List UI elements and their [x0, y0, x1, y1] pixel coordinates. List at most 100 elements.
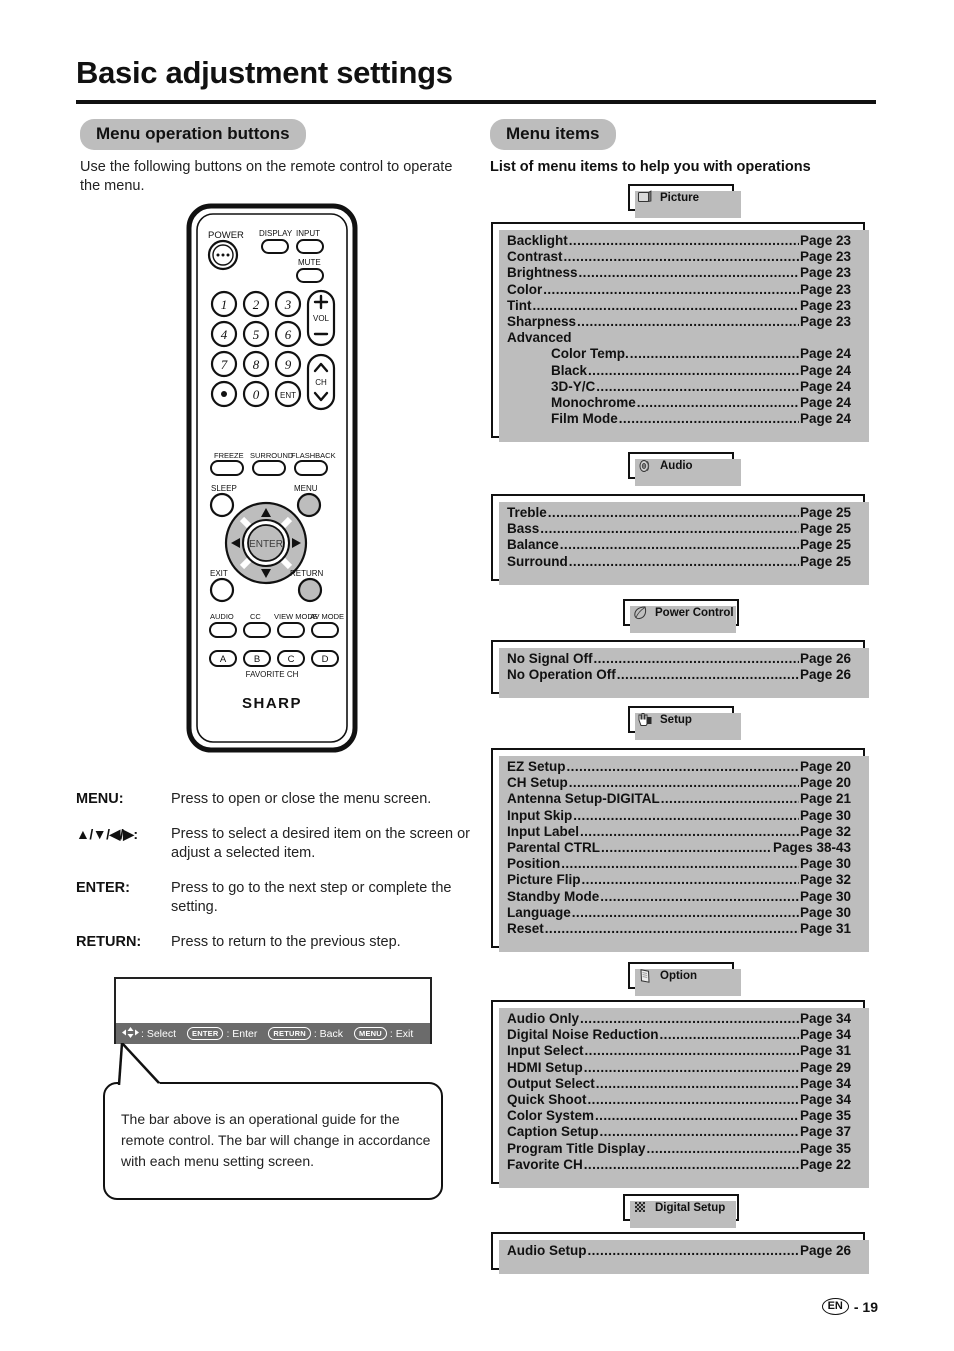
- osd-key-enter: ENTER: [187, 1027, 224, 1040]
- menu-item-page-ref: Page 25: [799, 553, 851, 569]
- callout-text: The bar above is an operational guide fo…: [121, 1111, 431, 1169]
- osd-label-exit: : Exit: [389, 1027, 414, 1040]
- menu-item-row: Sharpness...............................…: [507, 314, 851, 330]
- menu-item-row: Film Mode...............................…: [507, 411, 851, 427]
- menu-item-label: Caption Setup: [507, 1124, 599, 1140]
- osd-segment-select: : Select: [122, 1026, 176, 1041]
- pixel-grid-icon: [632, 1200, 648, 1216]
- speaker-icon: [637, 458, 653, 474]
- menu-item-row: Backlight...............................…: [507, 233, 851, 249]
- menu-item-page-ref: Page 32: [799, 872, 851, 888]
- menu-item-page-ref: Page 23: [799, 297, 851, 313]
- menu-item-label: No Signal Off: [507, 651, 593, 666]
- key-text-return: Press to return to the previous step.: [171, 934, 401, 950]
- menu-item-row: Audio Only..............................…: [507, 1011, 851, 1027]
- menu-item-label: Audio Setup: [507, 1243, 587, 1258]
- menu-item-page-ref: Page 25: [799, 505, 851, 520]
- leader-dots: ........................................…: [593, 651, 799, 666]
- leader-dots: ........................................…: [568, 775, 799, 791]
- svg-text:1: 1: [221, 297, 228, 312]
- menu-item-row: Digital Noise Reduction.................…: [507, 1027, 851, 1043]
- osd-guide-bar: : Select ENTER : Enter RETURN : Back MEN…: [116, 1023, 430, 1044]
- leader-dots: ........................................…: [559, 537, 799, 553]
- remote-control-illustration: POWER DISPLAY INPUT MUTE 1 2 3 4 5 6 7 8 9 0 E…: [186, 203, 358, 753]
- osd-key-return: RETURN: [268, 1027, 311, 1040]
- menu-item-row: No Operation Off........................…: [507, 667, 851, 683]
- menu-item-page-ref: Page 37: [799, 1124, 851, 1140]
- menu-item-label: Language: [507, 904, 571, 920]
- leader-dots: ........................................…: [600, 888, 799, 904]
- svg-text:SURROUND: SURROUND: [250, 451, 294, 460]
- svg-text:SHARP: SHARP: [242, 695, 302, 712]
- leader-dots: ........................................…: [547, 505, 799, 520]
- menu-item-label: Monochrome: [551, 395, 636, 411]
- menu-item-row: Bass....................................…: [507, 521, 851, 537]
- menu-item-label: Reset: [507, 921, 544, 937]
- menu-section-header-setup: Setup: [628, 706, 741, 740]
- menu-section-label: Digital Setup: [655, 1201, 726, 1214]
- leader-dots: ........................................…: [580, 823, 799, 839]
- leader-dots: ........................................…: [581, 872, 799, 888]
- menu-item-label: Parental CTRL: [507, 840, 601, 856]
- key-description-row: ENTER: Press to go to the next step or c…: [76, 879, 476, 917]
- menu-item-page-ref: Page 32: [799, 823, 851, 839]
- document-icon: [637, 968, 653, 984]
- menu-item-page-ref: Page 34: [799, 1075, 851, 1091]
- menu-item-row: Advanced................................…: [507, 330, 851, 346]
- svg-text:FAVORITE CH: FAVORITE CH: [246, 670, 299, 679]
- svg-text:RETURN: RETURN: [290, 569, 324, 578]
- menu-item-row: Tint....................................…: [507, 298, 851, 314]
- key-label-return: RETURN:: [76, 934, 142, 950]
- leader-dots: ........................................…: [646, 1140, 799, 1156]
- svg-text:FREEZE: FREEZE: [214, 451, 244, 460]
- menu-item-label: Picture Flip: [507, 872, 581, 888]
- svg-text:C: C: [288, 654, 295, 665]
- key-label-enter: ENTER:: [76, 880, 130, 896]
- menu-item-label: Black: [551, 362, 588, 378]
- osd-guide-bar-figure: : Select ENTER : Enter RETURN : Back MEN…: [114, 977, 432, 1044]
- svg-text:SLEEP: SLEEP: [211, 484, 237, 493]
- osd-label-enter: : Enter: [226, 1027, 258, 1040]
- menu-item-page-ref: Page 29: [799, 1059, 851, 1075]
- page-number: 19: [862, 1298, 878, 1315]
- menu-item-page-ref: Page 26: [799, 651, 851, 666]
- leader-dots: ........................................…: [618, 411, 799, 427]
- menu-item-label: Antenna Setup-DIGITAL: [507, 791, 660, 807]
- menu-item-page-ref: Page 34: [799, 1011, 851, 1026]
- svg-text:2: 2: [253, 297, 260, 312]
- leader-dots: ........................................…: [580, 1011, 799, 1026]
- svg-text:MENU: MENU: [294, 484, 318, 493]
- menu-item-label: Film Mode: [551, 411, 618, 427]
- menu-item-page-ref: Page 35: [799, 1108, 851, 1124]
- menu-item-row: Caption Setup...........................…: [507, 1124, 851, 1140]
- menu-item-row: Antenna Setup-DIGITAL...................…: [507, 791, 851, 807]
- menu-item-page-ref: Page 31: [799, 1043, 851, 1059]
- menu-item-page-ref: Page 30: [799, 904, 851, 920]
- menu-item-label: Quick Shoot: [507, 1092, 587, 1108]
- menu-item-label: HDMI Setup: [507, 1059, 583, 1075]
- menu-item-row: CH Setup................................…: [507, 775, 851, 791]
- svg-text:MUTE: MUTE: [298, 258, 321, 267]
- svg-text:FLASHBACK: FLASHBACK: [291, 451, 336, 460]
- menu-item-page-ref: Page 34: [799, 1092, 851, 1108]
- osd-segment-enter: ENTER : Enter: [187, 1027, 257, 1040]
- svg-text:POWER: POWER: [208, 230, 244, 241]
- menu-item-label: No Operation Off: [507, 667, 616, 683]
- menu-section-label: Setup: [660, 713, 692, 726]
- leader-dots: ........................................…: [563, 249, 799, 265]
- menu-item-page-ref: Page 23: [799, 249, 851, 265]
- menu-item-row: Surround................................…: [507, 554, 851, 570]
- callout-balloon: The bar above is an operational guide fo…: [103, 1082, 443, 1200]
- menu-item-row: Balance.................................…: [507, 537, 851, 553]
- menu-item-row: Color...................................…: [507, 282, 851, 298]
- menu-item-row: Picture Flip............................…: [507, 872, 851, 888]
- menu-section-list-power-control: No Signal Off...........................…: [491, 640, 869, 699]
- menu-section-label: Option: [660, 969, 698, 982]
- menu-item-label: Backlight: [507, 233, 568, 248]
- leader-dots: ........................................…: [577, 314, 799, 330]
- menu-section-list-option: Audio Only..............................…: [491, 1000, 869, 1189]
- osd-segment-back: RETURN : Back: [268, 1027, 343, 1040]
- menu-item-row: 3D-Y/C..................................…: [507, 379, 851, 395]
- menu-item-label: Position: [507, 856, 561, 872]
- svg-text:5: 5: [253, 327, 260, 342]
